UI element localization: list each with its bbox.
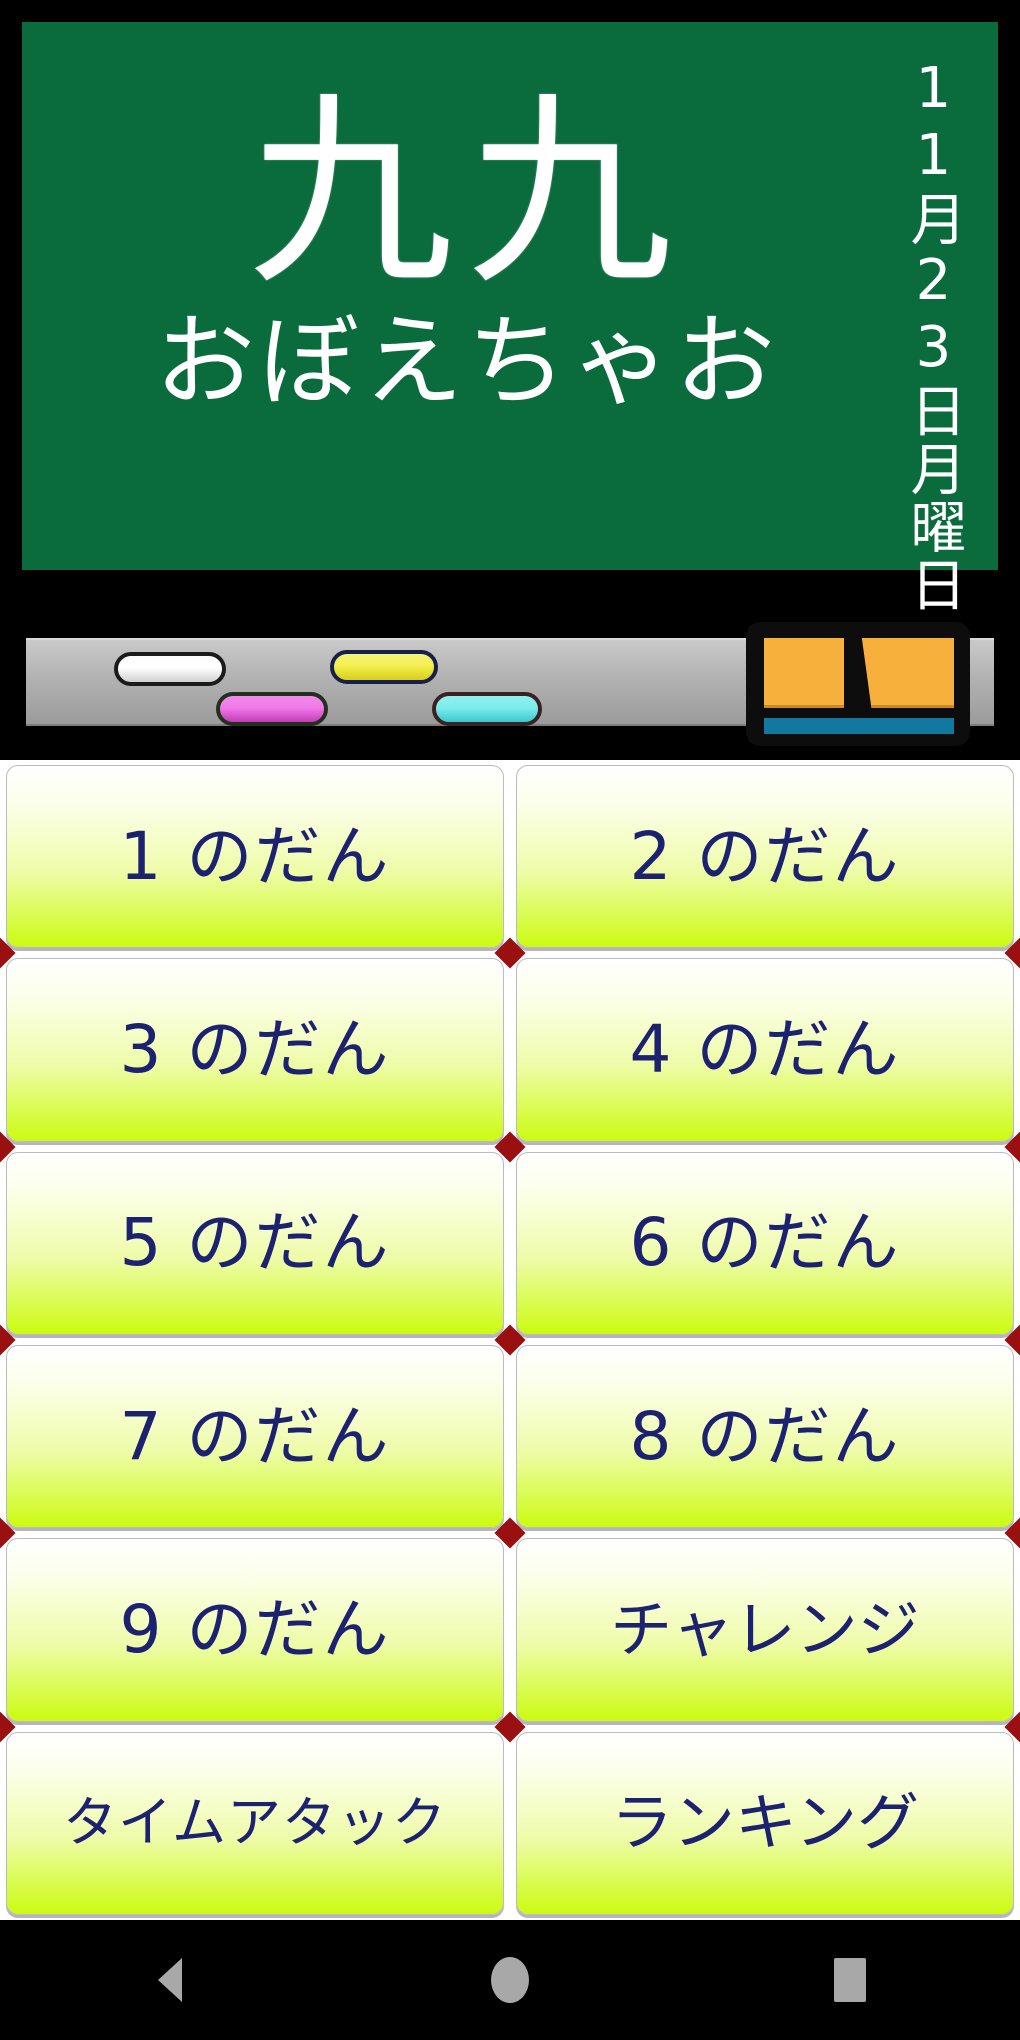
menu-button-2[interactable]: 2 のだん (516, 765, 1014, 949)
menu-button-12[interactable]: ランキング (516, 1731, 1014, 1915)
menu-cell: 7 のだん (0, 1340, 510, 1533)
menu-cell: 9 のだん (0, 1533, 510, 1726)
date-label: 11月23日月曜日 (901, 56, 966, 614)
menu-button-9[interactable]: 9 のだん (6, 1538, 504, 1722)
menu-cell: ランキング (510, 1727, 1020, 1920)
app-root: 九九 おぼえちゃお 11月23日月曜日 1 のだん 2 のだん 3 のだん 4 のだん… (0, 0, 1020, 2040)
eraser-pad-left (764, 638, 844, 708)
menu-button-10[interactable]: チャレンジ (516, 1538, 1014, 1722)
menu-button-7[interactable]: 7 のだん (6, 1344, 504, 1529)
menu-cell: 2 のだん (510, 760, 1020, 953)
menu-button-11[interactable]: タイムアタック (6, 1731, 504, 1915)
menu-button-8[interactable]: 8 のだん (516, 1344, 1014, 1529)
app-title: 九九 (248, 75, 686, 313)
app-subtitle: おぼえちゃお (155, 303, 779, 420)
menu-cell: 3 のだん (0, 953, 510, 1146)
eraser-felt (764, 718, 954, 734)
home-button[interactable] (450, 1957, 570, 2003)
recent-square-icon (834, 1958, 866, 2002)
blackboard-surface: 九九 おぼえちゃお 11月23日月曜日 (22, 22, 998, 614)
blackboard-frame: 九九 おぼえちゃお 11月23日月曜日 (0, 0, 1020, 614)
menu-cell: タイムアタック (0, 1727, 510, 1920)
menu-cell: チャレンジ (510, 1533, 1020, 1726)
chalk-tray (26, 622, 994, 746)
android-navigation-bar (0, 1920, 1020, 2040)
menu-button-5[interactable]: 5 のだん (6, 1151, 504, 1335)
eraser-pad-right (861, 638, 954, 708)
menu-button-3[interactable]: 3 のだん (6, 958, 504, 1142)
eraser-icon (746, 622, 970, 746)
menu-cell: 4 のだん (510, 953, 1020, 1146)
chalk-yellow-icon (330, 650, 438, 684)
menu-cell: 1 のだん (0, 760, 510, 953)
menu-cell: 8 のだん (510, 1340, 1020, 1533)
menu-grid: 1 のだん 2 のだん 3 のだん 4 のだん 5 のだん 6 のだん 7 のだん 8 のだん… (0, 760, 1020, 1920)
back-button[interactable] (110, 1958, 230, 2002)
chalk-cyan-icon (432, 692, 542, 726)
menu-button-4[interactable]: 4 のだん (516, 958, 1014, 1142)
chalk-white-icon (114, 652, 226, 686)
menu-cell: 6 のだん (510, 1147, 1020, 1340)
menu-cell: 5 のだん (0, 1147, 510, 1340)
home-circle-icon (491, 1957, 529, 2003)
menu-button-1[interactable]: 1 のだん (6, 765, 504, 949)
menu-button-6[interactable]: 6 のだん (516, 1151, 1014, 1335)
chalk-magenta-icon (216, 692, 328, 726)
back-triangle-icon (158, 1958, 182, 2002)
recent-apps-button[interactable] (790, 1958, 910, 2002)
